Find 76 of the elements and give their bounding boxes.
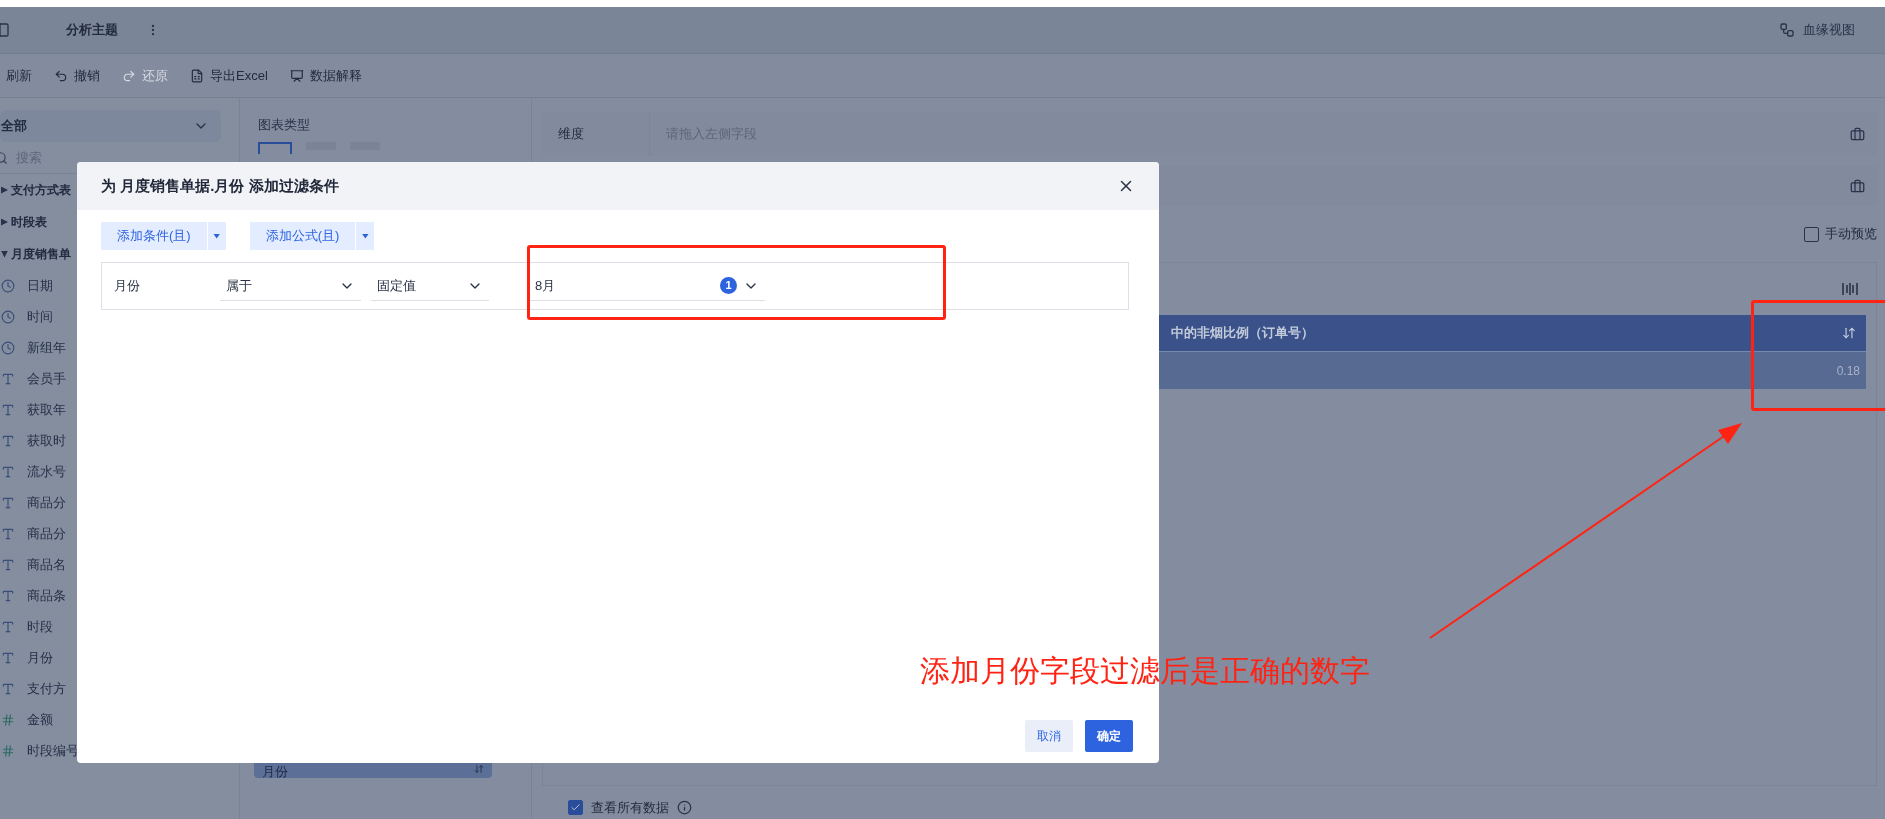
text-type-icon: [1, 650, 15, 665]
cancel-button[interactable]: 取消: [1025, 720, 1073, 752]
expand-caret[interactable]: [1, 250, 8, 258]
lineage-link[interactable]: 血缘视图: [1803, 20, 1855, 40]
dropdown-arrow-button[interactable]: [207, 222, 226, 250]
field-item[interactable]: 时段编号: [27, 740, 79, 761]
manual-preview-checkbox[interactable]: [1804, 226, 1819, 242]
field-item[interactable]: 新组年: [27, 337, 66, 358]
dimension-label: 维度: [542, 112, 650, 156]
add-condition-button[interactable]: 添加公式(且): [249, 222, 356, 250]
field-item[interactable]: 商品名: [27, 554, 66, 575]
undo-icon: [54, 68, 68, 83]
add-condition-button[interactable]: 添加条件(且): [101, 222, 207, 250]
field-item[interactable]: 时段: [27, 616, 53, 637]
briefcase-icon[interactable]: [1850, 126, 1865, 142]
table-cell-text: 0.18: [1836, 362, 1860, 380]
condition-field: 月份: [114, 276, 220, 296]
field-item[interactable]: 时间: [27, 306, 53, 327]
toolbar-button[interactable]: 刷新: [0, 65, 32, 86]
text-type-icon: [1, 495, 15, 510]
dropdown-arrow-button[interactable]: [356, 222, 375, 250]
text-type-icon: [1, 402, 15, 417]
text-type-icon: [1, 557, 15, 572]
field-item[interactable]: 金额: [27, 709, 53, 730]
text-type-icon: [1, 619, 15, 634]
operator-select[interactable]: 属于: [220, 271, 361, 301]
text-type-icon: [1, 464, 15, 479]
field-item[interactable]: 流水号: [27, 461, 66, 482]
field-item[interactable]: 商品分: [27, 492, 66, 513]
field-item[interactable]: 支付方: [27, 678, 66, 699]
page-title: 分析主题: [66, 21, 118, 40]
redo-icon: [122, 68, 136, 83]
value-type-select[interactable]: 固定值: [371, 271, 489, 301]
lineage-icon[interactable]: [1779, 22, 1795, 38]
table-item[interactable]: 月度销售单: [11, 245, 71, 263]
dialog-title: 为 月度销售单据.月份 添加过滤条件: [101, 175, 339, 196]
toolbar-button[interactable]: 撤销: [54, 65, 100, 86]
table-item[interactable]: 时段表: [11, 213, 47, 231]
briefcase-icon[interactable]: [1850, 178, 1865, 194]
text-type-icon: [1, 681, 15, 696]
chart-type-option[interactable]: [258, 142, 292, 154]
manual-preview-label: 手动预览: [1825, 225, 1877, 244]
hash-icon: [1, 712, 15, 727]
spreadsheet-icon: [190, 68, 204, 83]
view-all-label: 查看所有数据: [591, 799, 669, 817]
field-item[interactable]: 日期: [27, 275, 53, 296]
sort-icon[interactable]: [474, 764, 484, 774]
table-dropdown[interactable]: 全部: [0, 110, 221, 142]
clock-icon: [1, 309, 15, 324]
clock-icon: [1, 340, 15, 355]
expand-caret[interactable]: [1, 186, 8, 194]
toolbar-button[interactable]: 导出Excel: [190, 65, 268, 86]
field-item[interactable]: 获取年: [27, 399, 66, 420]
text-type-icon: [1, 526, 15, 541]
field-item[interactable]: 获取时: [27, 430, 66, 451]
field-item[interactable]: 会员手: [27, 368, 66, 389]
clock-icon: [1, 278, 15, 293]
annotation-text: 添加月份字段过滤后是正确的数字: [920, 653, 1370, 689]
field-item[interactable]: 商品条: [27, 585, 66, 606]
view-all-checkbox[interactable]: [568, 800, 583, 816]
bars-icon[interactable]: [1842, 282, 1858, 296]
panel-title: 图表类型: [258, 117, 310, 132]
chart-board-icon: [289, 68, 304, 83]
field-item[interactable]: 月份: [27, 647, 53, 668]
count-badge: 1: [720, 277, 737, 294]
confirm-button[interactable]: 确定: [1085, 720, 1133, 752]
sort-icon[interactable]: [1842, 326, 1856, 340]
expand-caret[interactable]: [1, 218, 8, 226]
text-type-icon: [1, 371, 15, 386]
hash-icon: [1, 743, 15, 758]
toolbar-button[interactable]: 数据解释: [289, 65, 362, 86]
field-item[interactable]: 商品分: [27, 523, 66, 544]
text-type-icon: [1, 588, 15, 603]
table-item[interactable]: 支付方式表: [11, 181, 71, 199]
info-icon[interactable]: [677, 800, 692, 816]
text-type-icon: [1, 433, 15, 448]
